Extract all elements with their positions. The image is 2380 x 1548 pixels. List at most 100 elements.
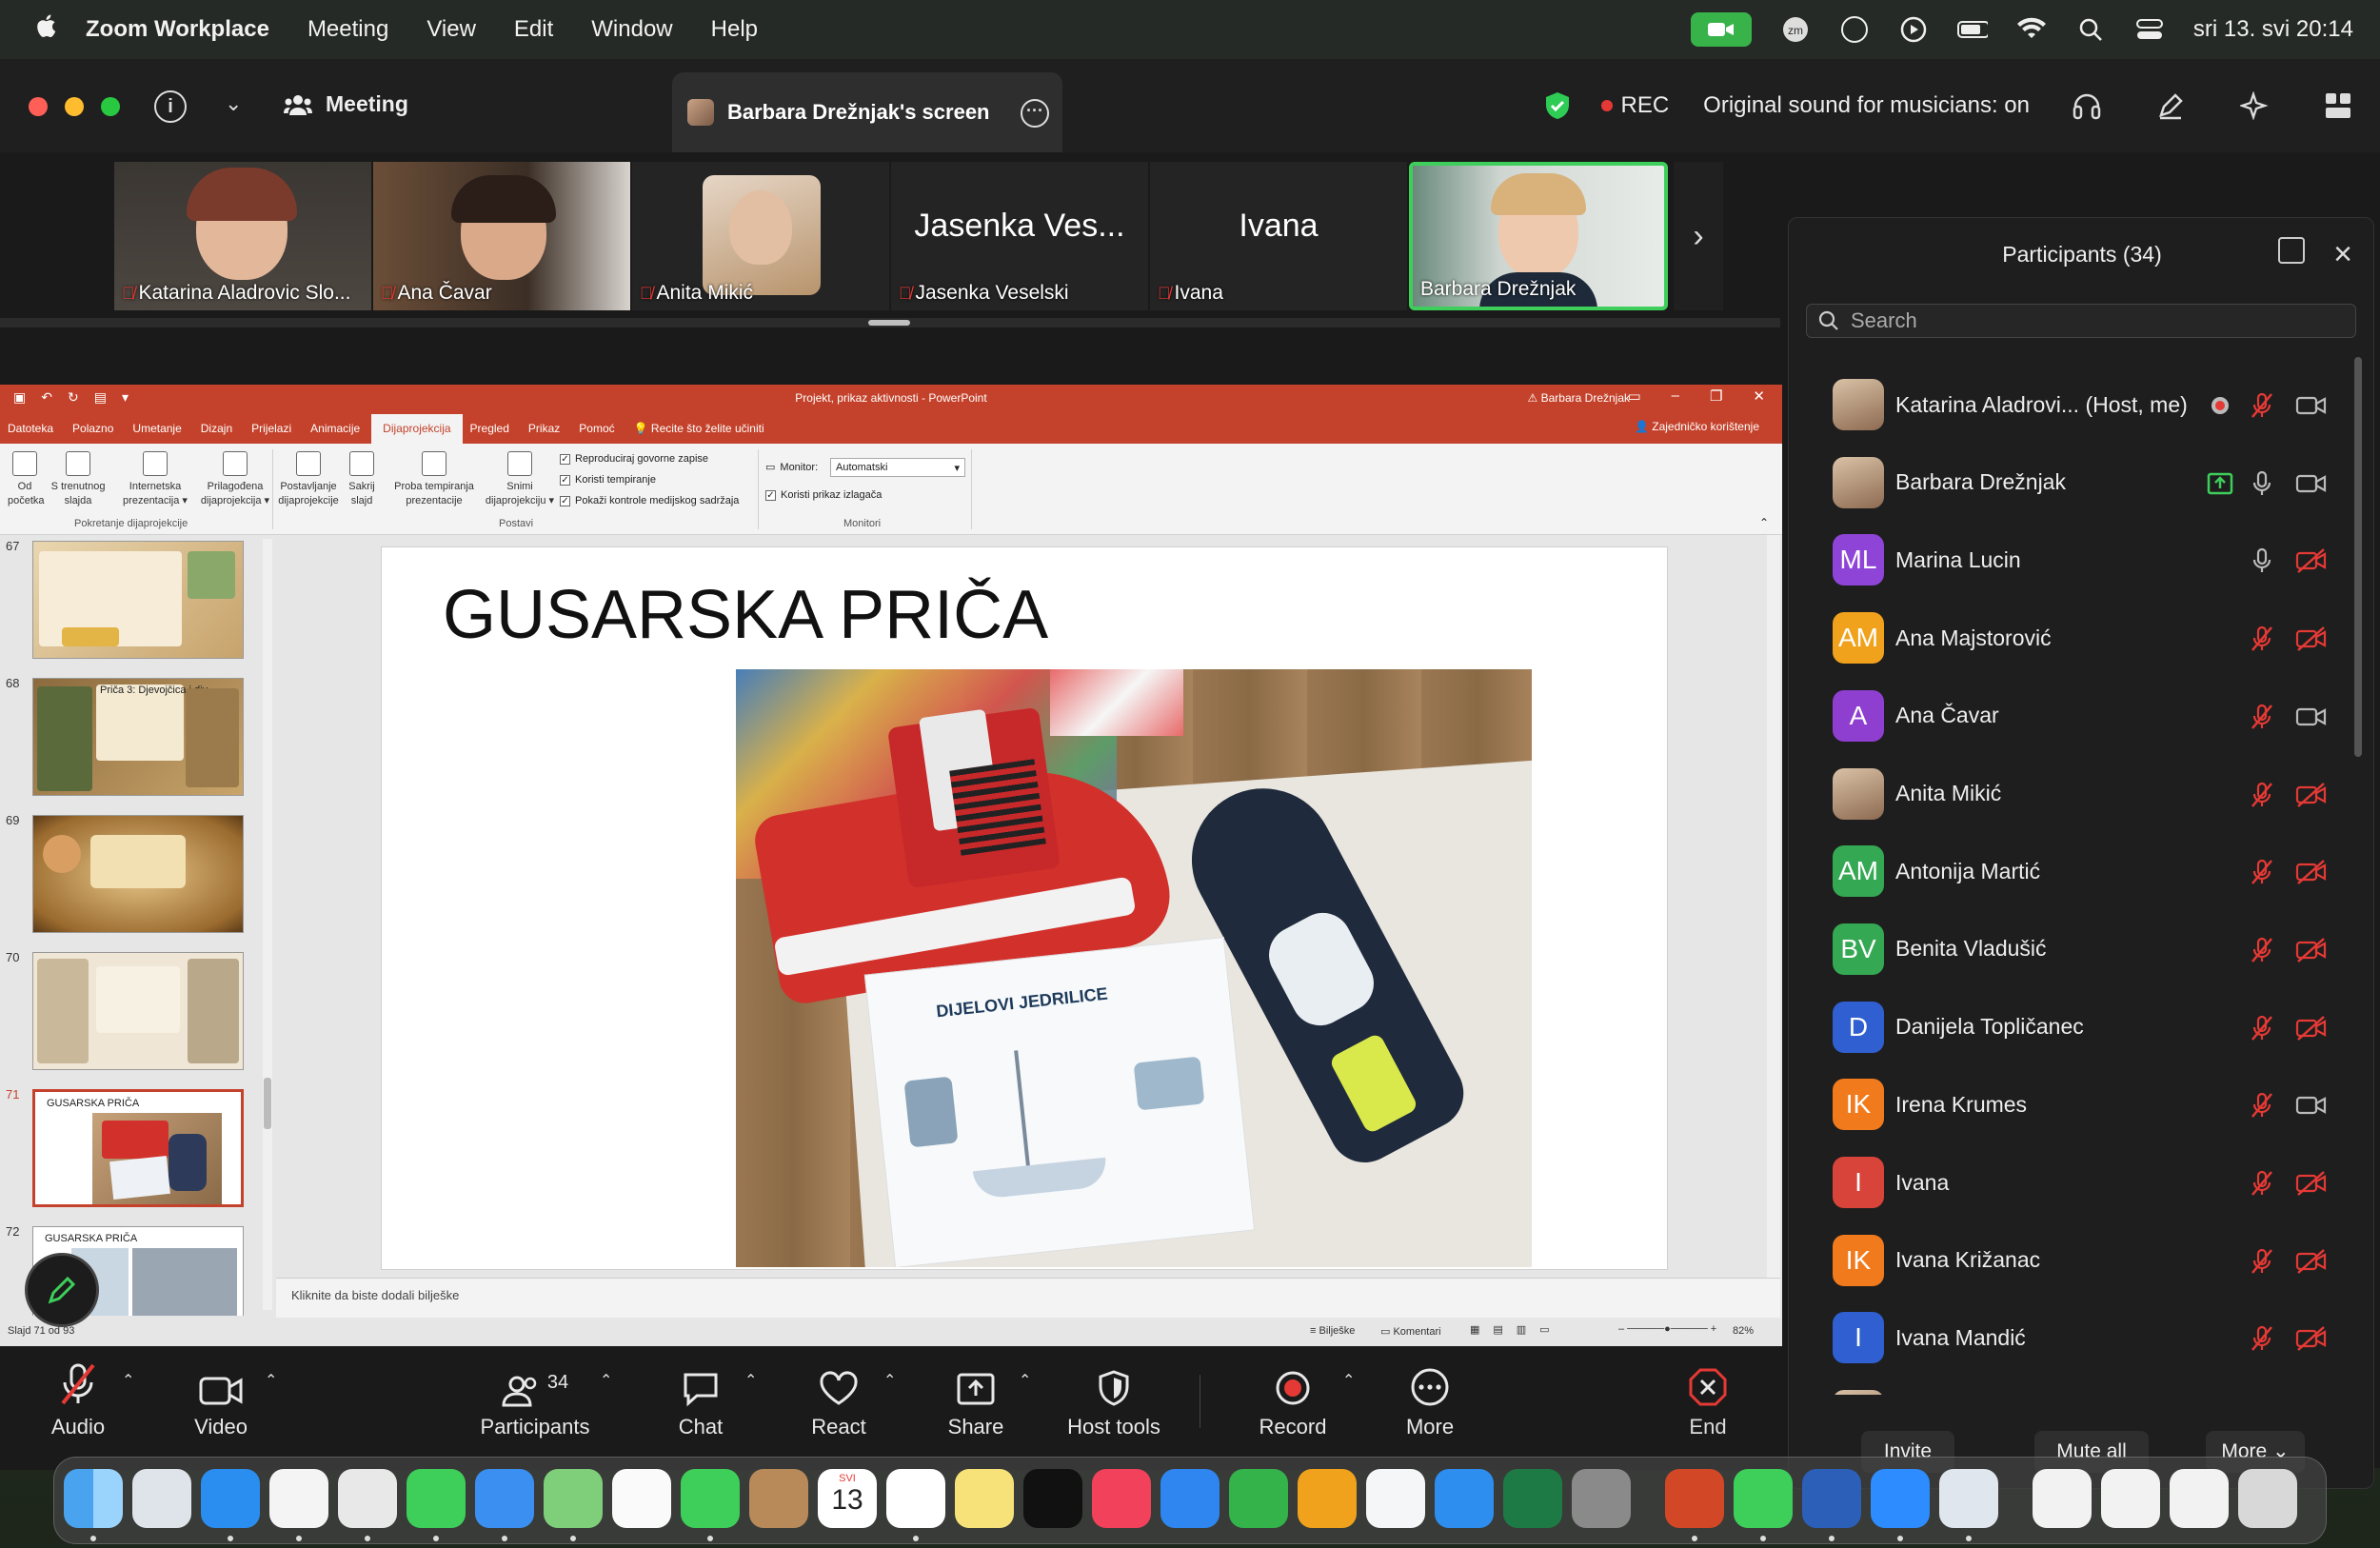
window-thumb-1[interactable]: [2033, 1469, 2092, 1528]
muted-mic-icon[interactable]: [2248, 625, 2276, 653]
custom-slideshow-button[interactable]: Prilagođena dijaprojekcija ▾: [192, 451, 278, 508]
powerpoint-icon[interactable]: [1665, 1469, 1724, 1528]
tab-animations[interactable]: Animacije: [303, 422, 371, 444]
muted-mic-icon[interactable]: [2248, 1014, 2276, 1042]
participant-row[interactable]: I Ivana Mandić: [1833, 1309, 2356, 1366]
restore-icon[interactable]: ❐: [1710, 387, 1722, 405]
video-off-icon[interactable]: [2295, 936, 2328, 964]
participant-row[interactable]: A Ana Čavar: [1833, 687, 2356, 744]
photos-icon[interactable]: [612, 1469, 671, 1528]
participant-row[interactable]: IK Irena Krumes: [1833, 1076, 2356, 1133]
muted-mic-icon[interactable]: [2248, 1169, 2276, 1198]
slide-thumbnail-69[interactable]: [32, 815, 244, 933]
participants-button[interactable]: 34 Participants ⌃: [476, 1346, 613, 1470]
spotlight-search-icon[interactable]: [2075, 14, 2106, 45]
ribbon-display-icon[interactable]: ▭: [1627, 387, 1640, 405]
audio-button[interactable]: Audio ⌃: [38, 1346, 134, 1470]
video-button[interactable]: Video ⌃: [181, 1346, 277, 1470]
slide-scrollbar[interactable]: [1767, 535, 1780, 1278]
video-off-icon[interactable]: [2295, 781, 2328, 809]
play-icon[interactable]: [1898, 14, 1929, 45]
menu-view[interactable]: View: [426, 16, 476, 43]
participant-row[interactable]: I Ivana: [1833, 1154, 2356, 1211]
muted-mic-icon[interactable]: [2248, 1091, 2276, 1120]
chevron-down-icon[interactable]: ⌄: [225, 91, 242, 116]
chat-button[interactable]: Chat ⌃: [663, 1346, 758, 1470]
keynote-icon[interactable]: [1160, 1469, 1220, 1528]
notes-toggle[interactable]: ≡ Bilješke: [1310, 1325, 1355, 1337]
participant-row[interactable]: AM Ana Majstorović: [1833, 609, 2356, 666]
slide-thumbnail-71-selected[interactable]: GUSARSKA PRIČA: [32, 1089, 244, 1207]
setup-slideshow-button[interactable]: Postavljanje dijaprojekcije: [274, 451, 343, 508]
online-presentation-button[interactable]: Internetska prezentacija ▾: [116, 451, 194, 508]
tell-me-search[interactable]: 💡 Recite što želite učiniti: [626, 422, 776, 444]
from-current-slide-button[interactable]: S trenutnog slajda: [48, 451, 109, 508]
play-narrations-checkbox[interactable]: ✓ Reproduciraj govorne zapise: [560, 453, 708, 465]
meeting-tab[interactable]: Meeting: [284, 91, 408, 117]
thumbnails-scrollbar[interactable]: [263, 539, 272, 1310]
record-caret-icon[interactable]: ⌃: [1342, 1371, 1355, 1390]
tab-home[interactable]: Polazno: [65, 422, 125, 444]
video-tile-katarina[interactable]: 🎙̸ Katarina Aladrovic Slo...: [114, 162, 371, 310]
trash-icon[interactable]: [2238, 1469, 2297, 1528]
video-options-caret-icon[interactable]: ⌃: [265, 1371, 277, 1390]
comments-toggle[interactable]: ▭ Komentari: [1380, 1325, 1441, 1338]
more-options-icon[interactable]: ···: [1021, 99, 1049, 128]
participant-row[interactable]: AM Antonija Martić: [1833, 843, 2356, 900]
tab-transitions[interactable]: Prijelazi: [244, 422, 303, 444]
annotate-pen-icon[interactable]: [2152, 87, 2190, 125]
zoom-menu-icon[interactable]: zm: [1780, 14, 1811, 45]
share-button[interactable]: 👤 Zajedničko korištenje: [1635, 420, 1759, 433]
messages-icon[interactable]: [407, 1469, 466, 1528]
meeting-info-icon[interactable]: i: [154, 90, 187, 123]
participant-row[interactable]: Ivana Mršić: [1833, 1387, 2356, 1395]
tab-view[interactable]: Prikaz: [521, 422, 571, 444]
mic-icon[interactable]: [2248, 546, 2276, 575]
hide-slide-button[interactable]: Sakrij slajd: [345, 451, 379, 508]
zotero-icon[interactable]: [338, 1469, 397, 1528]
video-tile-jasenka[interactable]: Jasenka Ves... 🎙̸ Jasenka Veselski: [891, 162, 1148, 310]
finder-icon[interactable]: [64, 1469, 123, 1528]
chrome-icon[interactable]: [269, 1469, 328, 1528]
participants-scrollbar[interactable]: [2354, 357, 2362, 757]
menu-clock[interactable]: sri 13. svi 20:14: [2193, 16, 2353, 43]
ppt-zoom-level[interactable]: 82%: [1733, 1325, 1754, 1337]
video-tile-anita-mikic[interactable]: 🎙̸ Anita Mikić: [632, 162, 889, 310]
facetime-icon[interactable]: [681, 1469, 740, 1528]
window-thumb-3[interactable]: [2170, 1469, 2229, 1528]
zoom-window-button[interactable]: [101, 97, 120, 116]
record-slideshow-button[interactable]: Snimi dijaprojekciju ▾: [480, 451, 560, 508]
battery-icon[interactable]: [1956, 14, 1988, 45]
from-beginning-button[interactable]: Od početka: [8, 451, 45, 508]
slide-title[interactable]: GUSARSKA PRIČA: [443, 576, 1048, 654]
next-page-chevron-icon[interactable]: ›: [1674, 162, 1723, 310]
freeform-icon[interactable]: [1366, 1469, 1425, 1528]
minimize-icon[interactable]: –: [1672, 387, 1679, 405]
zoom-slider[interactable]: – ─────●───── +: [1618, 1323, 1716, 1335]
participants-caret-icon[interactable]: ⌃: [600, 1371, 612, 1390]
rehearse-timings-button[interactable]: Proba tempiranja prezentacije: [388, 451, 480, 508]
video-camera-icon[interactable]: [2295, 469, 2328, 498]
slide-photo[interactable]: DIJELOVI JEDRILICE: [736, 669, 1532, 1267]
muted-mic-icon[interactable]: [2248, 858, 2276, 886]
excel-icon[interactable]: [1503, 1469, 1562, 1528]
share-screen-button[interactable]: Share ⌃: [939, 1346, 1032, 1470]
tab-review[interactable]: Pregled: [463, 422, 521, 444]
zoom-camera-status-icon[interactable]: [1690, 12, 1752, 47]
slide-thumbnail-67[interactable]: [32, 541, 244, 659]
muted-mic-icon[interactable]: [2248, 781, 2276, 809]
video-off-icon[interactable]: [2295, 1014, 2328, 1042]
participant-row[interactable]: D Danijela Topličanec: [1833, 999, 2356, 1056]
minimize-window-button[interactable]: [65, 97, 84, 116]
view-buttons[interactable]: ▦▤▥▭: [1470, 1323, 1563, 1336]
video-tile-ana-cavar[interactable]: 🎙̸ Ana Čavar: [373, 162, 630, 310]
mail-icon[interactable]: [475, 1469, 534, 1528]
participant-row[interactable]: BV Benita Vladušić: [1833, 921, 2356, 978]
presenter-view-checkbox[interactable]: ✓ Koristi prikaz izlagača: [765, 489, 882, 501]
apple-icon[interactable]: [32, 11, 61, 48]
close-icon[interactable]: ✕: [1753, 387, 1765, 405]
tab-help[interactable]: Pomoć: [571, 422, 625, 444]
word-icon[interactable]: [1802, 1469, 1861, 1528]
video-off-icon[interactable]: [2295, 1247, 2328, 1276]
audio-options-caret-icon[interactable]: ⌃: [122, 1371, 134, 1390]
